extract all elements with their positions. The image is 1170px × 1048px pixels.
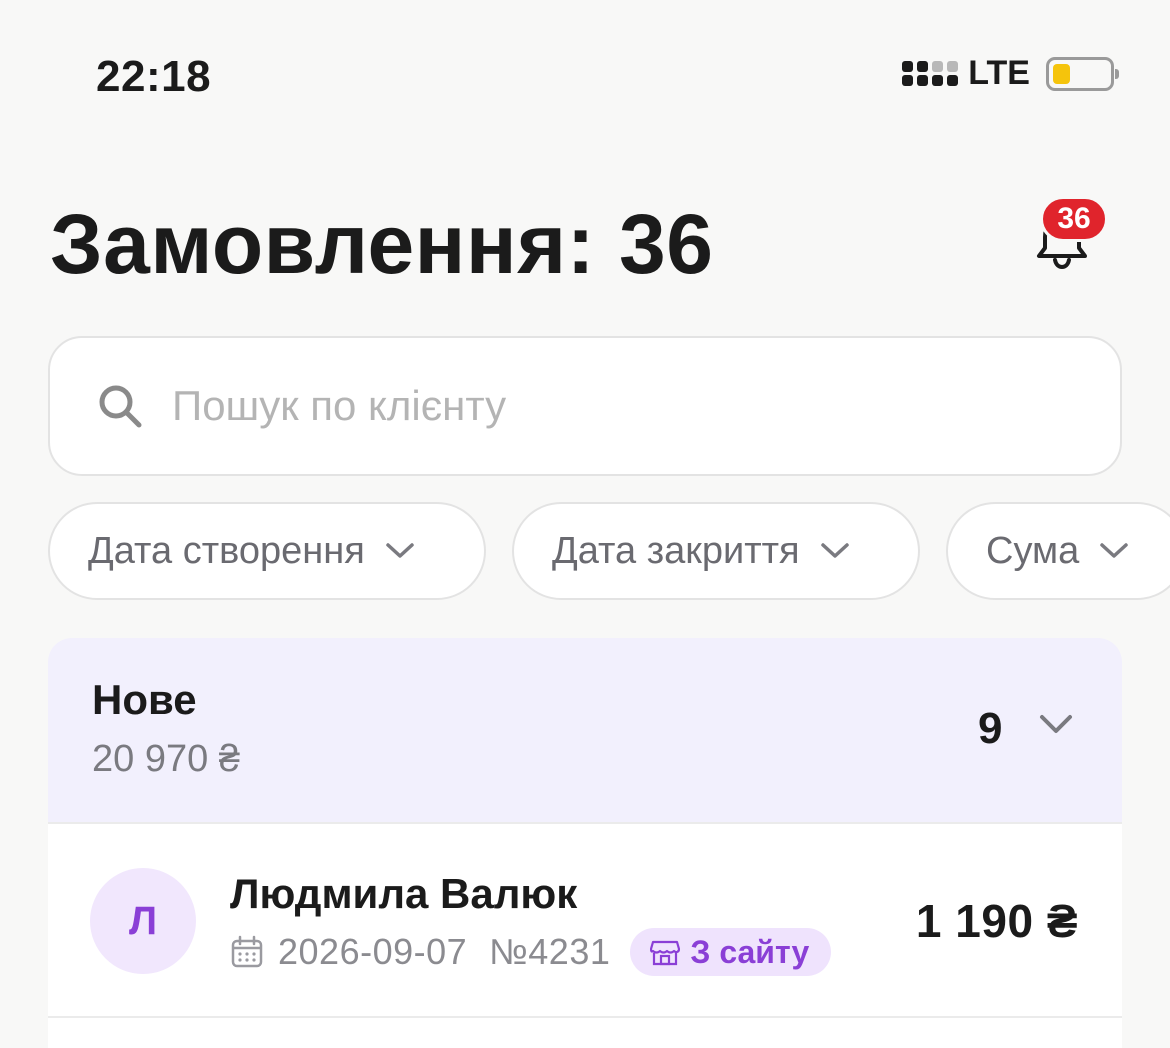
cellular-signal-icon (902, 61, 959, 86)
orders-screen: 22:18 LTE Замовлення: 36 36 Дата створен… (0, 0, 1170, 1048)
notifications-button[interactable]: 36 (1020, 196, 1116, 286)
filter-created-date[interactable]: Дата створення (48, 502, 486, 600)
filter-closed-date[interactable]: Дата закриття (512, 502, 920, 600)
status-indicators: LTE (902, 54, 1119, 93)
chevron-down-icon (820, 543, 849, 558)
page-title: Замовлення: 36 (50, 197, 714, 291)
client-name: Людмила Валюк (230, 870, 578, 917)
chevron-down-icon[interactable] (1038, 712, 1074, 736)
order-row[interactable]: Л Людмила Валюк 2026-09-07 №4231 З сайту (48, 822, 1122, 1016)
filter-label: Сума (986, 529, 1080, 572)
status-time: 22:18 (96, 52, 212, 101)
network-type: LTE (968, 54, 1030, 92)
battery-icon (1046, 56, 1119, 91)
order-source-badge: З сайту (630, 928, 832, 976)
calendar-icon (231, 935, 263, 968)
search-input[interactable] (172, 382, 972, 430)
chevron-down-icon (1100, 543, 1129, 558)
search-icon (99, 385, 142, 428)
next-order-row[interactable] (48, 1018, 1122, 1048)
group-title: Нове (92, 676, 197, 723)
filter-amount[interactable]: Сума (946, 502, 1170, 600)
order-number: №4231 (489, 931, 611, 972)
order-date: 2026-09-07 (278, 931, 468, 972)
filter-bar: Дата створення Дата закриття Сума (48, 502, 1170, 600)
group-order-count: 9 (978, 704, 1003, 753)
filter-label: Дата створення (88, 529, 365, 572)
order-meta: 2026-09-07 №4231 З сайту (230, 928, 832, 976)
status-group-new[interactable]: Нове 20 970 ₴ 9 (48, 638, 1122, 822)
filter-label: Дата закриття (552, 529, 800, 572)
chevron-down-icon (386, 543, 414, 558)
notification-count-badge: 36 (1040, 196, 1108, 242)
group-total-sum: 20 970 ₴ (92, 738, 240, 780)
order-price: 1 190 ₴ (915, 895, 1078, 947)
avatar: Л (90, 868, 196, 974)
search-bar[interactable] (48, 336, 1122, 476)
order-source-label: З сайту (690, 933, 810, 970)
storefront-icon (650, 940, 681, 966)
